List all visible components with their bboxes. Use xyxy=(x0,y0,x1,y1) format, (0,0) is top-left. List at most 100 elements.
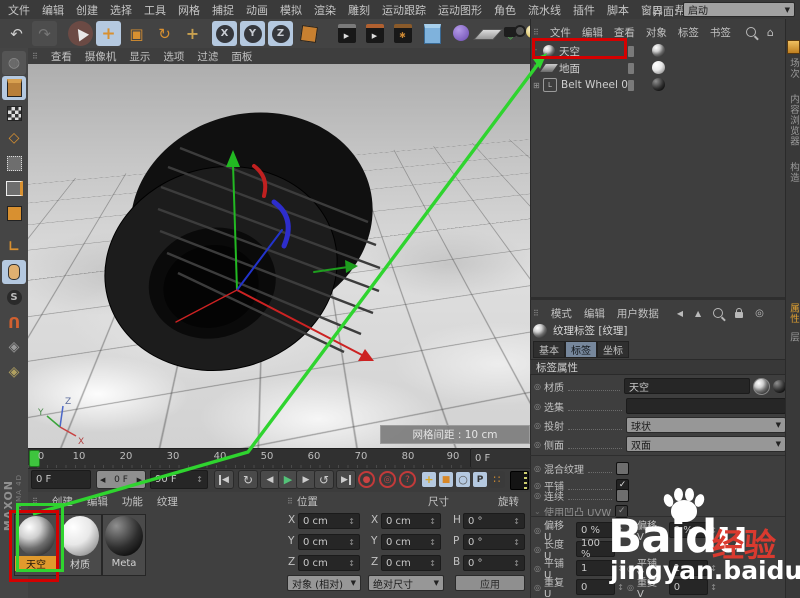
vp-menu-camera[interactable]: 摄像机 xyxy=(85,49,117,64)
tab-coord[interactable]: 坐标 xyxy=(597,341,629,358)
scale-tool-button[interactable]: ▣ xyxy=(124,21,149,46)
material-item-meta[interactable]: Meta xyxy=(102,514,146,576)
search-icon[interactable] xyxy=(746,27,756,37)
goto-end-button[interactable]: ▶ xyxy=(336,470,356,489)
viewport-canvas[interactable]: Z Y X 网格间距 : 10 cm xyxy=(28,64,530,448)
pos-y-field[interactable]: 0 cm↕ xyxy=(298,534,360,550)
menu-tools[interactable]: 工具 xyxy=(144,2,166,18)
keyframe-selection-button[interactable]: ? xyxy=(399,471,416,488)
magnet-snap-button[interactable]: U xyxy=(2,310,26,334)
spinner-right-icon[interactable]: ▶ xyxy=(137,476,142,484)
frame-spinner[interactable]: ◀ 0 F ▶ xyxy=(96,470,146,489)
anim-dot-icon[interactable]: ◎ xyxy=(534,382,544,391)
om-menu-edit[interactable]: 编辑 xyxy=(582,25,603,40)
motion-clip-button[interactable] xyxy=(510,471,529,490)
tab-takes[interactable]: 场次 xyxy=(786,58,800,79)
edges-mode-button[interactable] xyxy=(2,176,26,200)
lock-z-button[interactable]: Z xyxy=(268,21,293,46)
workplane-mode-button[interactable]: ◇ xyxy=(2,126,26,150)
previous-frame-button[interactable]: ◀ xyxy=(260,470,280,489)
texture-mode-button[interactable] xyxy=(2,101,26,125)
belt-texture-tag-icon[interactable] xyxy=(652,78,665,91)
material-item-default[interactable]: 材质 xyxy=(58,514,102,576)
belt-wheel-model[interactable]: Z Y X xyxy=(28,64,530,448)
menu-animate[interactable]: 动画 xyxy=(246,2,268,18)
seamless-checkbox[interactable] xyxy=(616,489,629,502)
mat-menu-texture[interactable]: 纹理 xyxy=(157,494,178,509)
sky-texture-tag-icon[interactable] xyxy=(652,44,665,57)
menu-character[interactable]: 角色 xyxy=(494,2,516,18)
tab-structure[interactable]: 构造 xyxy=(786,162,800,183)
object-name-sky[interactable]: 天空 xyxy=(559,44,580,59)
home-icon[interactable]: ⌂ xyxy=(767,26,774,39)
search-icon[interactable] xyxy=(713,308,723,318)
object-mode-dropdown[interactable]: 对象 (相对)▼ xyxy=(287,575,361,591)
takes-tab-icon[interactable] xyxy=(787,40,800,54)
points-mode-button[interactable] xyxy=(2,151,26,175)
mat-menu-edit[interactable]: 编辑 xyxy=(87,494,108,509)
size-z-field[interactable]: 0 cm↕ xyxy=(381,555,441,571)
size-mode-dropdown[interactable]: 绝对尺寸▼ xyxy=(368,575,444,591)
om-menu-object[interactable]: 对象 xyxy=(646,25,667,40)
play-loop-button[interactable]: ↺ xyxy=(314,470,334,489)
next-frame-button[interactable]: ▶ xyxy=(296,470,316,489)
pos-z-field[interactable]: 0 cm↕ xyxy=(298,555,360,571)
om-menu-tag[interactable]: 标签 xyxy=(678,25,699,40)
play-backwards-loop-button[interactable]: ↻ xyxy=(238,470,258,489)
floor-texture-tag-icon[interactable] xyxy=(652,61,665,74)
menu-script[interactable]: 脚本 xyxy=(607,2,629,18)
viewport-solo-button[interactable] xyxy=(2,260,26,284)
rotate-tool-button[interactable]: ↻ xyxy=(152,21,177,46)
menu-mograph[interactable]: 运动图形 xyxy=(438,2,482,18)
current-frame-field[interactable]: 0 F xyxy=(31,470,91,489)
tab-basic[interactable]: 基本 xyxy=(533,341,565,358)
parent-up-icon[interactable]: ▲ xyxy=(695,309,701,318)
length-u-field[interactable]: 100 % xyxy=(576,541,615,557)
menu-select[interactable]: 选择 xyxy=(110,2,132,18)
coordinate-system-button[interactable] xyxy=(296,21,321,46)
record-scale-toggle[interactable]: ■ xyxy=(438,471,454,488)
menu-pipeline[interactable]: 流水线 xyxy=(528,2,561,18)
goto-start-button[interactable]: ◀ xyxy=(214,470,234,489)
tile-u-field[interactable]: 1 xyxy=(576,560,615,576)
autokey-button[interactable]: ◎ xyxy=(379,471,396,488)
record-pla-toggle[interactable]: ∷ xyxy=(489,471,505,488)
menu-snap[interactable]: 捕捉 xyxy=(212,2,234,18)
rot-h-field[interactable]: 0 °↕ xyxy=(463,513,525,529)
selection-value-field[interactable] xyxy=(626,398,786,414)
menu-sculpt[interactable]: 雕刻 xyxy=(348,2,370,18)
move-tool-button[interactable]: + xyxy=(96,21,121,46)
camera-button[interactable] xyxy=(504,25,522,39)
snap-button[interactable]: S xyxy=(2,285,26,309)
lock-y-button[interactable]: Y xyxy=(240,21,265,46)
vp-menu-display[interactable]: 显示 xyxy=(129,49,150,64)
attr-menu-edit[interactable]: 编辑 xyxy=(584,306,605,321)
attr-menu-userdata[interactable]: 用户数据 xyxy=(617,306,659,321)
record-keyframe-button[interactable]: ● xyxy=(358,471,375,488)
redo-button[interactable]: ↷ xyxy=(32,21,57,46)
tab-layers[interactable]: 层 xyxy=(786,332,800,343)
anim-dot-icon[interactable]: ◎ xyxy=(534,464,544,473)
target-icon[interactable]: ◎ xyxy=(755,308,764,319)
material-item-sky[interactable]: 天空 xyxy=(14,514,58,576)
om-menu-view[interactable]: 查看 xyxy=(614,25,635,40)
lock-x-button[interactable]: X xyxy=(212,21,237,46)
live-selection-button[interactable] xyxy=(68,21,93,46)
play-button[interactable]: ▶ xyxy=(278,470,298,489)
vp-menu-options[interactable]: 选项 xyxy=(163,49,184,64)
record-position-toggle[interactable]: + xyxy=(421,471,437,488)
history-back-icon[interactable]: ◀ xyxy=(677,309,683,318)
material-thumb-icon[interactable] xyxy=(753,378,770,395)
repeat-u-field[interactable]: 0 xyxy=(576,579,615,595)
anim-dot-icon[interactable]: ◎ xyxy=(534,402,544,411)
undo-button[interactable]: ↶ xyxy=(4,21,29,46)
mat-menu-create[interactable]: 创建 xyxy=(52,494,73,509)
side-dropdown[interactable]: 双面▼ xyxy=(626,436,786,452)
workplane-lock-button[interactable]: ◈ xyxy=(2,360,26,384)
object-name-belt-wheel[interactable]: Belt Wheel 01 xyxy=(561,79,635,91)
vp-menu-panel[interactable]: 面板 xyxy=(231,49,252,64)
object-name-floor[interactable]: 地面 xyxy=(559,61,580,76)
apply-button[interactable]: 应用 xyxy=(455,575,525,591)
menu-simulate[interactable]: 模拟 xyxy=(280,2,302,18)
add-cube-button[interactable] xyxy=(420,21,445,46)
